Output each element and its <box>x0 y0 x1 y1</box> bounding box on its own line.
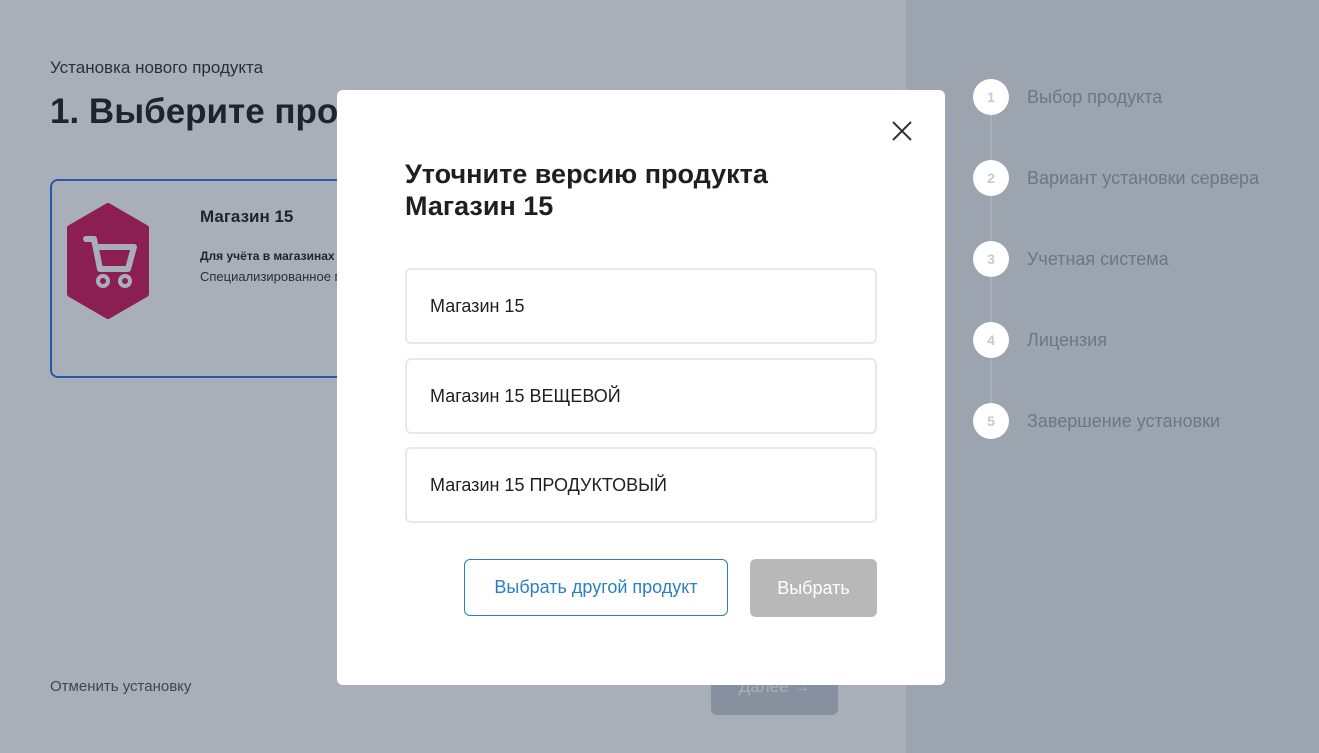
option-label: Магазин 15 ПРОДУКТОВЫЙ <box>430 474 667 495</box>
option-label: Магазин 15 ВЕЩЕВОЙ <box>430 385 621 406</box>
close-icon <box>892 121 912 141</box>
step-number: 3 <box>973 241 1009 277</box>
step-number: 1 <box>973 79 1009 115</box>
select-button[interactable]: Выбрать <box>750 559 877 617</box>
step-number: 4 <box>973 322 1009 358</box>
installer-page: Установка нового продукта 1. Выберите пр… <box>0 0 1319 753</box>
version-option-produktovy[interactable]: Магазин 15 ПРОДУКТОВЫЙ <box>405 447 877 523</box>
modal-title: Уточните версию продукта Магазин 15 <box>405 159 768 221</box>
choose-other-product-button[interactable]: Выбрать другой продукт <box>464 559 728 616</box>
version-option-magazin-15[interactable]: Магазин 15 <box>405 268 877 344</box>
version-option-veshchevoy[interactable]: Магазин 15 ВЕЩЕВОЙ <box>405 358 877 434</box>
version-select-modal: Уточните версию продукта Магазин 15 Мага… <box>337 90 945 685</box>
step-number: 2 <box>973 160 1009 196</box>
close-button[interactable] <box>890 119 914 143</box>
step-number: 5 <box>973 403 1009 439</box>
option-label: Магазин 15 <box>430 295 525 316</box>
